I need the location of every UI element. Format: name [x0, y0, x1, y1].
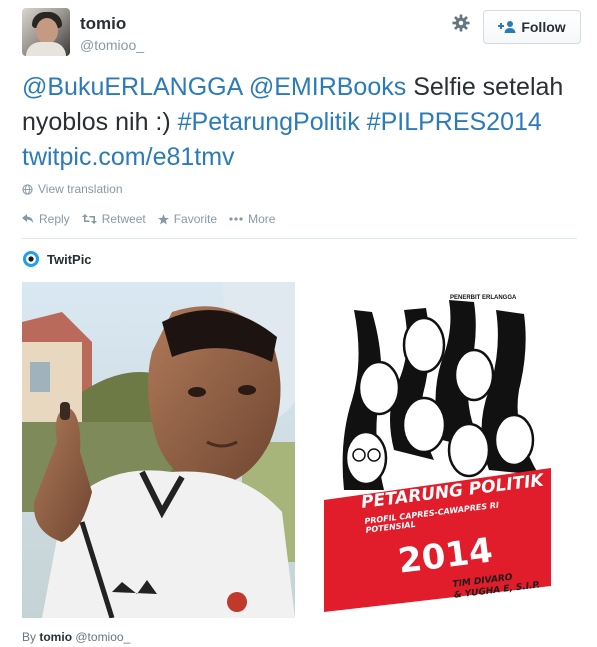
- retweet-label: Retweet: [101, 212, 146, 226]
- reply-button[interactable]: Reply: [22, 212, 70, 226]
- twitpic-link[interactable]: twitpic.com/e81tmv: [22, 143, 235, 171]
- view-translation-label: View translation: [38, 182, 123, 196]
- star-icon: [157, 213, 169, 225]
- divider: [22, 238, 577, 239]
- avatar-shirt: [26, 42, 66, 56]
- tweet-actions: Reply Retweet Favorite More: [22, 212, 287, 226]
- byline-name[interactable]: tomio: [39, 630, 72, 644]
- retweet-button[interactable]: Retweet: [81, 212, 146, 226]
- card-provider[interactable]: TwitPic: [22, 250, 92, 268]
- hashtag-petarungpolitik[interactable]: #PetarungPolitik: [178, 108, 360, 136]
- card-provider-name: TwitPic: [47, 251, 92, 267]
- tweet-text: @BukuERLANGGA @EMIRBooks Selfie setelah …: [22, 70, 577, 175]
- reply-icon: [22, 214, 33, 223]
- tweet-header: tomio @tomioo_ Follow: [22, 8, 582, 60]
- gear-icon[interactable]: [452, 14, 470, 32]
- avatar[interactable]: [22, 8, 70, 56]
- book-publisher: PENERBIT ERLANGGA: [450, 295, 517, 301]
- photo-byline: By tomio @tomioo_: [22, 630, 130, 644]
- more-label: More: [248, 212, 276, 226]
- hashtag-pilpres2014[interactable]: #PILPRES2014: [367, 108, 542, 136]
- favorite-button[interactable]: Favorite: [157, 212, 218, 226]
- favorite-label: Favorite: [173, 212, 218, 226]
- byline-handle[interactable]: @tomioo_: [75, 630, 130, 644]
- follow-button[interactable]: Follow: [483, 10, 581, 44]
- user-handle[interactable]: @tomioo_: [80, 37, 144, 53]
- book-cover: PENERBIT ERLANGGA PETARUNG POLITIK PROFI…: [324, 290, 551, 616]
- add-user-icon: [498, 21, 516, 33]
- byline-prefix: By: [22, 630, 37, 644]
- reply-label: Reply: [39, 212, 70, 226]
- avatar-face: [36, 18, 58, 44]
- mention-emirbooks[interactable]: @EMIRBooks: [249, 73, 406, 101]
- retweet-icon: [81, 214, 97, 224]
- globe-icon: [22, 183, 33, 195]
- user-name[interactable]: tomio: [80, 14, 126, 34]
- more-button[interactable]: More: [229, 212, 275, 226]
- twitpic-logo-icon: [23, 251, 39, 267]
- tweet-photo[interactable]: PENERBIT ERLANGGA PETARUNG POLITIK PROFI…: [22, 282, 577, 618]
- more-dots-icon: [229, 217, 243, 221]
- follow-label: Follow: [521, 19, 566, 35]
- book-cover-photo: PENERBIT ERLANGGA PETARUNG POLITIK PROFI…: [295, 282, 577, 618]
- mention-bukuerlangga[interactable]: @BukuERLANGGA: [22, 73, 242, 101]
- selfie-photo: [22, 282, 295, 618]
- view-translation[interactable]: View translation: [22, 182, 123, 196]
